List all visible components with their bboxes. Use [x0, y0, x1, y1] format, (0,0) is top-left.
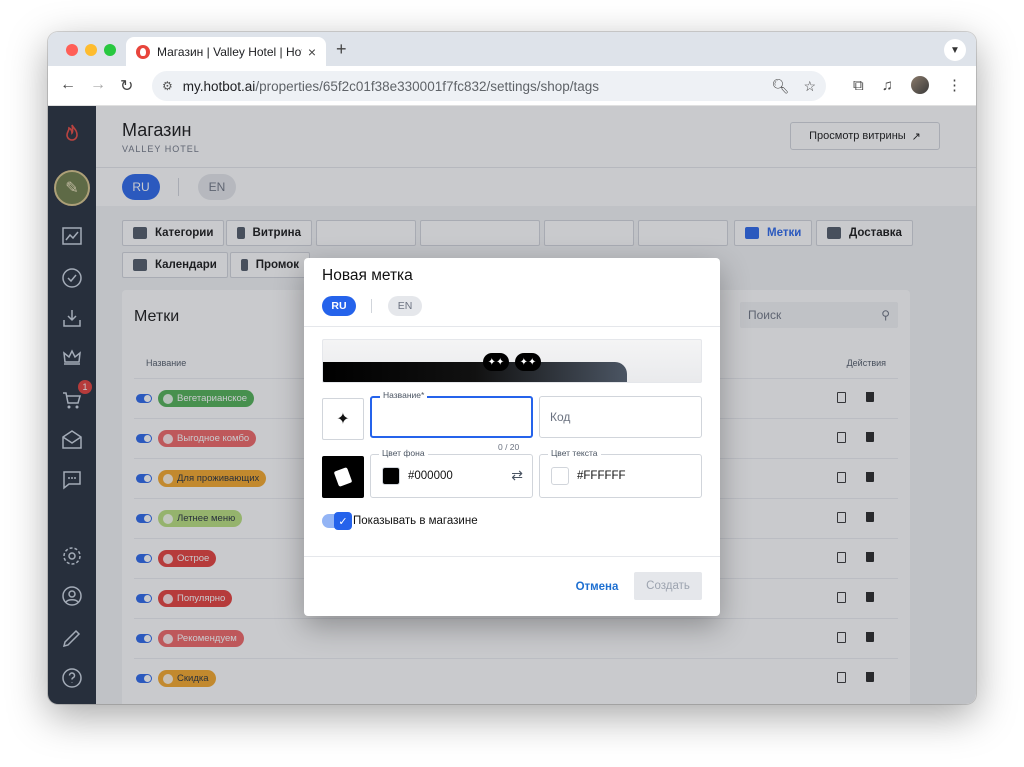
tag-name-input[interactable]	[380, 410, 520, 424]
tab-title: Магазин | Valley Hotel | Hotb	[157, 44, 302, 59]
tab-search-chevron-icon[interactable]: ▼	[944, 39, 966, 61]
tag-name-counter: 0 / 20	[498, 442, 520, 452]
hotbot-favicon-icon	[136, 44, 150, 59]
background-color-field[interactable]: Цвет фона #000000 ⇄	[370, 448, 533, 498]
tag-glyph-icon	[333, 467, 353, 487]
maximize-window-button[interactable]	[104, 44, 116, 56]
url-host: my.hotbot.ai	[182, 78, 256, 94]
create-button[interactable]: Создать	[634, 572, 702, 600]
checkmark-icon: ✓	[334, 512, 352, 530]
text-color-swatch[interactable]	[551, 467, 569, 485]
media-controls-icon[interactable]: ♫	[882, 77, 893, 94]
background-color-value: #000000	[408, 470, 453, 482]
sparkle-icon[interactable]: ✦✦	[483, 353, 509, 371]
dialog-lang-en[interactable]: EN	[388, 296, 422, 316]
reload-icon[interactable]: ↻	[120, 76, 133, 96]
url-omnibox[interactable]: ⚙ my.hotbot.ai/properties/65f2c01f38e330…	[152, 71, 826, 101]
ai-generate-button[interactable]: ✦	[322, 398, 364, 440]
dialog-divider	[304, 326, 720, 327]
dialog-title: Новая метка	[322, 267, 413, 284]
zoom-icon[interactable]: 🔍︎	[772, 78, 790, 95]
swap-colors-icon[interactable]: ⇄	[511, 467, 523, 484]
dialog-lang-ru[interactable]: RU	[322, 296, 356, 316]
tab-close-icon[interactable]: ×	[308, 44, 316, 60]
site-settings-icon[interactable]: ⚙	[162, 79, 173, 93]
show-in-shop-label: Показывать в магазине	[353, 515, 478, 527]
text-color-field[interactable]: Цвет текста #FFFFFF	[539, 448, 702, 498]
forward-arrow-icon[interactable]: →	[90, 76, 106, 94]
show-in-shop-toggle[interactable]: ✓	[322, 512, 352, 530]
dialog-lang-separator	[371, 299, 372, 313]
text-color-label: Цвет текста	[548, 448, 601, 458]
tab-bar: Магазин | Valley Hotel | Hotb × + ▼	[48, 32, 976, 66]
tag-name-field[interactable]: Название*	[370, 390, 533, 438]
new-tag-dialog: Новая метка RU EN ✦✦ ✦✦ ✦ Название* 0 / …	[304, 258, 720, 616]
browser-tab[interactable]: Магазин | Valley Hotel | Hotb ×	[126, 37, 326, 66]
sparkle-icon-2[interactable]: ✦✦	[515, 353, 541, 371]
background-color-label: Цвет фона	[379, 448, 428, 458]
minimize-window-button[interactable]	[85, 44, 97, 56]
tag-name-label: Название*	[380, 390, 428, 400]
tag-preview: ✦✦ ✦✦	[322, 339, 702, 383]
tag-preview-shape	[323, 362, 627, 382]
url-path: /properties/65f2c01f38e330001f7fc832/set…	[255, 78, 600, 94]
browser-window: Магазин | Valley Hotel | Hotb × + ▼ ← → …	[48, 32, 976, 704]
text-color-value: #FFFFFF	[577, 470, 626, 482]
bookmark-star-icon[interactable]: ☆	[803, 78, 816, 95]
app-root: ✎ 1 Магазин VALLEY HOTEL Просмотр витрин…	[48, 106, 976, 704]
address-bar-row: ← → ↻ ⚙ my.hotbot.ai/properties/65f2c01f…	[48, 66, 976, 106]
close-window-button[interactable]	[66, 44, 78, 56]
tag-code-input[interactable]	[550, 410, 690, 424]
tag-icon-picker[interactable]	[322, 456, 364, 498]
profile-avatar[interactable]	[911, 76, 929, 94]
new-tab-button[interactable]: +	[336, 39, 347, 60]
browser-toolbar: ⧉ ♫ ⋮	[853, 76, 962, 94]
browser-menu-icon[interactable]: ⋮	[947, 76, 962, 94]
extensions-puzzle-icon[interactable]: ⧉	[853, 77, 864, 94]
tag-code-field[interactable]	[539, 396, 702, 438]
background-color-swatch[interactable]	[382, 467, 400, 485]
back-arrow-icon[interactable]: ←	[60, 76, 76, 94]
dialog-footer-divider	[304, 556, 720, 557]
cancel-button[interactable]: Отмена	[568, 573, 626, 601]
url-text[interactable]: my.hotbot.ai/properties/65f2c01f38e33000…	[183, 79, 758, 94]
ai-sparkle-icon: ✦	[336, 411, 350, 428]
